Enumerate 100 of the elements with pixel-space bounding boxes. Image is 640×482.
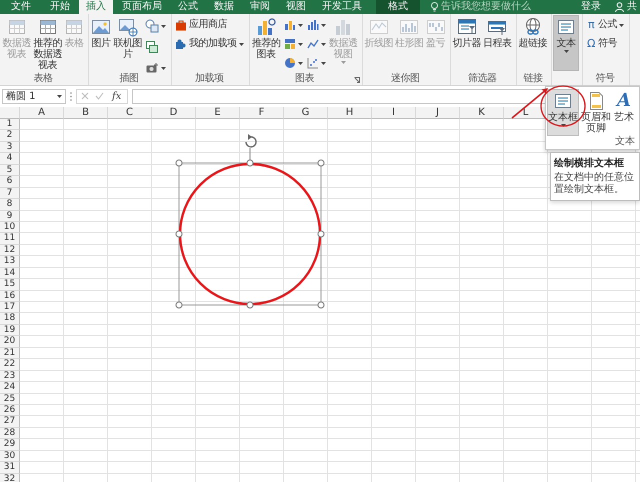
row-header[interactable]: 30 [0, 450, 20, 462]
row-header[interactable]: 22 [0, 359, 20, 371]
ribbon-button[interactable]: 切片器 [452, 15, 482, 51]
row-header[interactable]: 14 [0, 268, 20, 280]
letter-glyph: A [617, 91, 631, 111]
column-header[interactable]: K [460, 107, 504, 119]
name-box[interactable]: 椭圆 1 [2, 88, 66, 104]
row-header[interactable]: 17 [0, 302, 20, 314]
caret-icon [57, 94, 62, 98]
row-header[interactable]: 8 [0, 199, 20, 210]
ribbon-button[interactable]: 文本 [553, 15, 579, 71]
row-header[interactable]: 19 [0, 324, 20, 336]
ribbon-button[interactable]: 图片 [90, 15, 112, 51]
ribbon-button[interactable]: 推荐的数据透视表 [32, 15, 63, 73]
ellipse-shape[interactable] [176, 160, 324, 308]
ribbon-button[interactable]: 我的加载项 [173, 36, 246, 52]
row-header[interactable]: 1 [0, 119, 20, 130]
row-header[interactable]: 9 [0, 210, 20, 222]
ribbon-tab[interactable]: 开发工具 [315, 0, 369, 14]
line-chart-icon [306, 38, 318, 50]
caret-icon [298, 62, 302, 64]
row-header[interactable]: 26 [0, 404, 20, 416]
icon-button[interactable] [304, 55, 328, 71]
ribbon-tab[interactable]: 审阅 [243, 0, 277, 14]
text-box-icon [556, 17, 576, 37]
row-header[interactable]: 10 [0, 222, 20, 234]
table-icon [6, 17, 26, 37]
column-header[interactable]: B [64, 107, 108, 119]
ribbon-button[interactable]: 推荐的图表 [250, 15, 282, 62]
ribbon-button[interactable]: π 公式 [584, 17, 626, 33]
stacked-bar-icon [284, 38, 296, 50]
column-header[interactable]: F [240, 107, 284, 119]
insert-function-button[interactable]: fx [110, 90, 124, 102]
caret-icon [320, 62, 326, 64]
line-sparkline-icon [368, 17, 389, 37]
table-icon [38, 17, 58, 37]
row-header[interactable]: 21 [0, 348, 20, 360]
row-header[interactable]: 20 [0, 336, 20, 348]
ribbon-tab[interactable]: 文件 [1, 0, 41, 14]
check-icon[interactable] [95, 92, 104, 100]
column-header[interactable]: E [196, 107, 240, 119]
row-header[interactable]: 15 [0, 279, 20, 291]
row-header[interactable]: 27 [0, 416, 20, 428]
row-header[interactable]: 3 [0, 142, 20, 154]
caret-icon [238, 42, 244, 46]
ribbon-tab[interactable]: 格式 [376, 0, 420, 14]
ribbon-button[interactable]: 超链接 [518, 15, 548, 51]
column-header[interactable]: G [284, 107, 328, 119]
row-header[interactable]: 29 [0, 439, 20, 451]
tell-me-field[interactable]: 告诉我您想要做什么 [441, 0, 545, 14]
column-header[interactable]: I [372, 107, 416, 119]
column-header[interactable]: D [152, 107, 196, 119]
column-header[interactable]: A [20, 107, 64, 119]
row-header[interactable]: 28 [0, 428, 20, 440]
ribbon-tab[interactable]: 开始 [43, 0, 77, 14]
row-header[interactable]: 16 [0, 290, 20, 302]
ribbon-button[interactable]: 联机图片 [112, 15, 143, 62]
column-header[interactable]: C [108, 107, 152, 119]
ribbon-tab[interactable]: 视图 [279, 0, 313, 14]
gallery-item[interactable]: 页眉和页脚 [580, 89, 612, 136]
pie-chart-icon [284, 57, 296, 69]
row-header[interactable]: 5 [0, 164, 20, 176]
gallery-item[interactable]: 文本框 [547, 89, 579, 136]
row-header[interactable]: 23 [0, 370, 20, 382]
icon-button[interactable] [143, 17, 168, 35]
row-header[interactable]: 2 [0, 130, 20, 142]
share-button[interactable]: 共 [608, 0, 639, 14]
row-header[interactable]: 18 [0, 313, 20, 325]
sign-in-link[interactable]: 登录 [575, 0, 607, 14]
camera-icon [145, 61, 159, 75]
symbol-glyph: Ω [586, 38, 596, 50]
column-header[interactable]: J [416, 107, 460, 119]
row-header[interactable]: 25 [0, 394, 20, 405]
annotation-arrow [512, 88, 548, 119]
row-header[interactable]: 12 [0, 244, 20, 256]
group-label: 图表 [294, 73, 315, 85]
column-header[interactable]: H [328, 107, 372, 119]
caret-icon [564, 50, 568, 53]
row-header[interactable]: 31 [0, 462, 20, 474]
ribbon-tab[interactable]: 公式 [171, 0, 205, 14]
ribbon-tab[interactable]: 页面布局 [115, 0, 169, 14]
caret-icon [161, 66, 166, 70]
gallery-item[interactable]: A 艺术 [613, 89, 635, 136]
ribbon-button[interactable]: 应用商店 [173, 17, 246, 33]
row-header[interactable]: 4 [0, 153, 20, 165]
row-header[interactable]: 7 [0, 188, 20, 200]
row-header[interactable]: 13 [0, 256, 20, 268]
ribbon-tab[interactable]: 数据 [207, 0, 241, 14]
group-label: 链接 [522, 73, 544, 85]
ribbon-button[interactable]: 日程表 [482, 15, 512, 51]
row-header[interactable]: 6 [0, 176, 20, 188]
column-chart-icon [284, 19, 296, 31]
pages-icon [145, 40, 159, 54]
ribbon-tab[interactable]: 插入 [79, 0, 113, 14]
caret-icon [298, 24, 302, 26]
caret-icon [340, 61, 346, 64]
row-header[interactable]: 24 [0, 382, 20, 394]
dialog-launcher-icon[interactable] [354, 77, 360, 83]
row-header[interactable]: 11 [0, 233, 20, 245]
ribbon-button[interactable]: Ω 符号 [584, 36, 626, 52]
